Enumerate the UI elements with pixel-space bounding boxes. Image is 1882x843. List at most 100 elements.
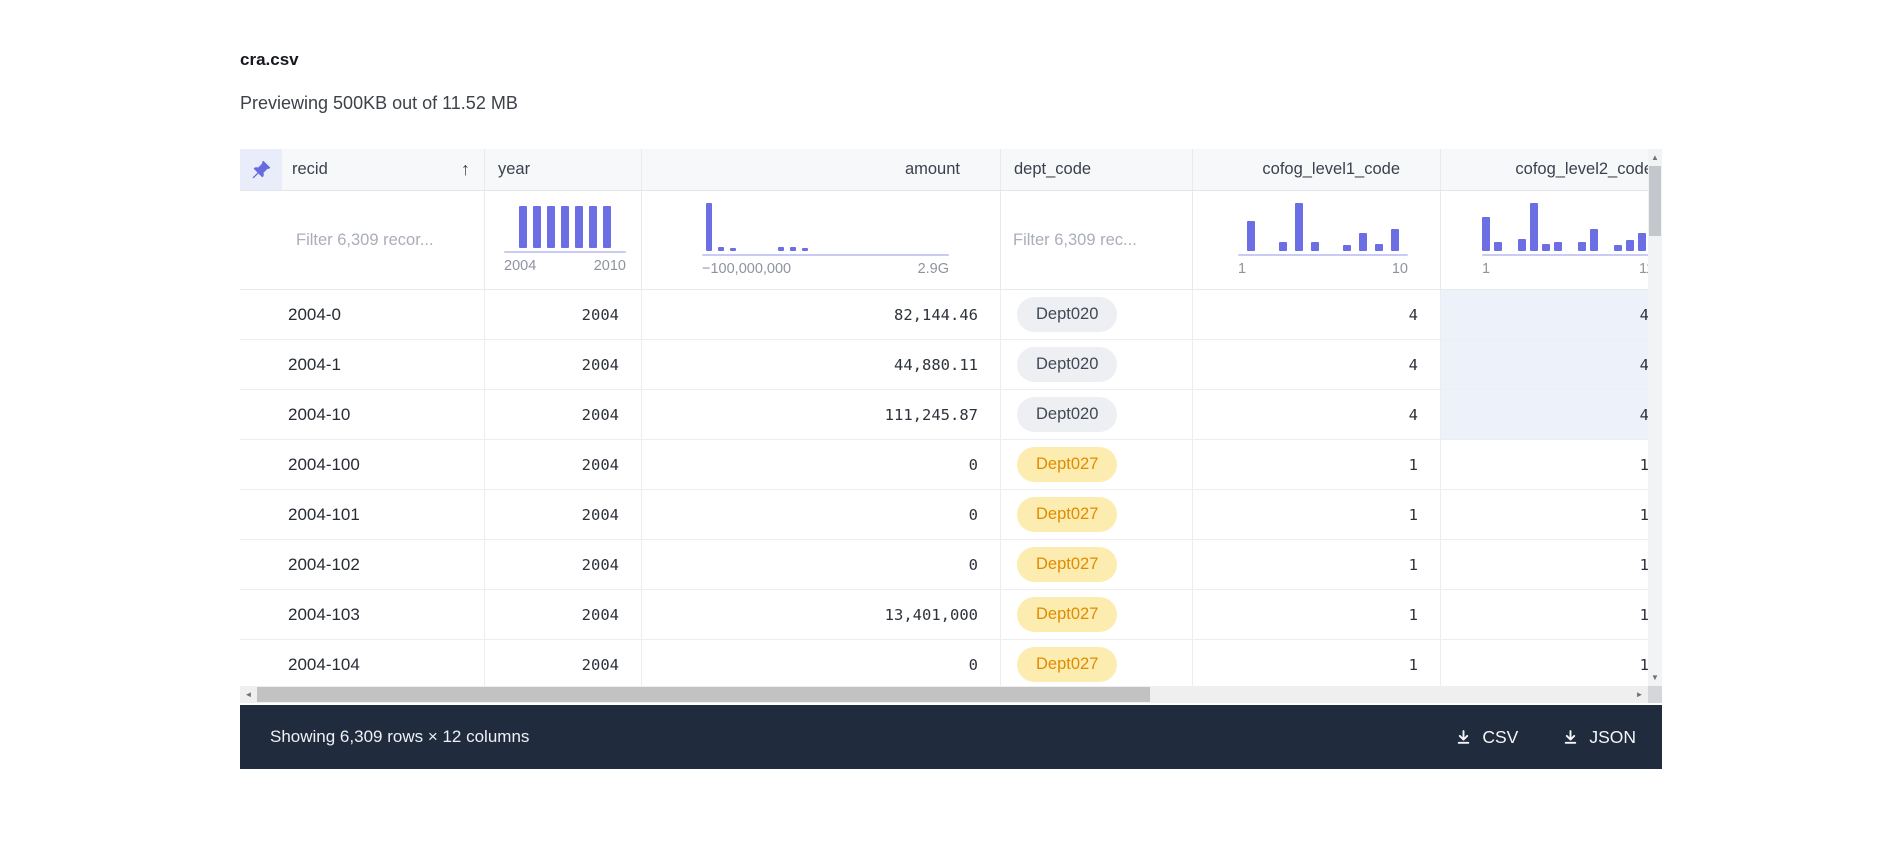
cell-recid[interactable]: 2004-100 — [240, 440, 485, 490]
cell-amount[interactable]: 44,880.11 — [642, 340, 1001, 390]
filter-cell-year: 2004 2010 — [485, 191, 642, 290]
column-header-recid[interactable]: recid ↑ — [240, 149, 485, 191]
amount-min-label: −100,000,000 — [702, 261, 791, 277]
column-label-cofog-level1-code: cofog_level1_code — [1262, 160, 1400, 179]
cell-recid[interactable]: 2004-1 — [240, 340, 485, 390]
csv-button-label: CSV — [1482, 727, 1518, 748]
year-histogram[interactable]: 2004 2010 — [504, 191, 626, 289]
cell-cofog-level1-code[interactable]: 4 — [1193, 390, 1441, 440]
cell-cofog-level1-code[interactable]: 1 — [1193, 490, 1441, 540]
csv-preview-page: cra.csv Previewing 500KB out of 11.52 MB… — [0, 0, 1882, 843]
cell-recid[interactable]: 2004-10 — [240, 390, 485, 440]
download-json-button[interactable]: JSON — [1562, 727, 1636, 748]
cell-cofog-level1-code[interactable]: 1 — [1193, 590, 1441, 640]
cofog-level1-max-label: 10 — [1392, 261, 1408, 277]
dept-code-filter-input[interactable] — [1001, 191, 1192, 289]
download-csv-button[interactable]: CSV — [1455, 727, 1518, 748]
filter-cell-recid — [240, 191, 485, 290]
cell-amount[interactable]: 0 — [642, 490, 1001, 540]
year-max-label: 2010 — [594, 258, 626, 274]
cell-dept-code[interactable]: Dept020 — [1001, 290, 1193, 340]
cofog-level1-histogram[interactable]: 1 10 — [1238, 191, 1408, 289]
cell-recid[interactable]: 2004-0 — [240, 290, 485, 340]
column-header-year[interactable]: year — [485, 149, 642, 191]
scroll-right-arrow-icon[interactable]: ► — [1631, 686, 1648, 703]
dept-pill: Dept020 — [1017, 397, 1117, 432]
cell-dept-code[interactable]: Dept027 — [1001, 490, 1193, 540]
cell-dept-code[interactable]: Dept020 — [1001, 390, 1193, 440]
dept-pill: Dept027 — [1017, 497, 1117, 532]
cell-amount[interactable]: 82,144.46 — [642, 290, 1001, 340]
year-histogram-labels: 2004 2010 — [504, 258, 626, 274]
cell-year[interactable]: 2004 — [485, 440, 642, 490]
cofog-level2-histogram-bars — [1482, 203, 1648, 251]
cell-dept-code[interactable]: Dept020 — [1001, 340, 1193, 390]
amount-histogram[interactable]: −100,000,000 2.9G — [702, 191, 949, 289]
json-button-label: JSON — [1589, 727, 1636, 748]
cell-amount[interactable]: 0 — [642, 440, 1001, 490]
cell-dept-code[interactable]: Dept027 — [1001, 440, 1193, 490]
cell-cofog-level1-code[interactable]: 4 — [1193, 290, 1441, 340]
cell-recid[interactable]: 2004-104 — [240, 640, 485, 686]
cell-cofog-level2-code[interactable]: 1 — [1441, 640, 1648, 686]
cell-cofog-level2-code[interactable]: 1 — [1441, 490, 1648, 540]
cell-year[interactable]: 2004 — [485, 540, 642, 590]
cell-year[interactable]: 2004 — [485, 390, 642, 440]
year-min-label: 2004 — [504, 258, 536, 274]
cell-cofog-level1-code[interactable]: 1 — [1193, 440, 1441, 490]
cell-recid[interactable]: 2004-103 — [240, 590, 485, 640]
cell-cofog-level2-code[interactable]: 4 — [1441, 340, 1648, 390]
cell-dept-code[interactable]: Dept027 — [1001, 590, 1193, 640]
cell-cofog-level1-code[interactable]: 1 — [1193, 540, 1441, 590]
vertical-scrollbar[interactable]: ▲ ▼ — [1648, 149, 1662, 686]
cell-cofog-level2-code[interactable]: 4 — [1441, 390, 1648, 440]
cell-recid[interactable]: 2004-101 — [240, 490, 485, 540]
scroll-down-arrow-icon[interactable]: ▼ — [1648, 669, 1662, 686]
cell-recid[interactable]: 2004-102 — [240, 540, 485, 590]
amount-histogram-bars — [702, 203, 949, 251]
dept-pill: Dept027 — [1017, 447, 1117, 482]
cell-year[interactable]: 2004 — [485, 290, 642, 340]
data-grid: recid ↑ year amount dept_code cofog_leve… — [240, 149, 1648, 686]
cell-cofog-level2-code[interactable]: 4 — [1441, 290, 1648, 340]
cofog-level2-histogram-axis — [1482, 254, 1648, 256]
cell-year[interactable]: 2004 — [485, 640, 642, 686]
column-label-cofog-level2-code: cofog_level2_code — [1515, 160, 1648, 179]
scroll-up-arrow-icon[interactable]: ▲ — [1648, 149, 1662, 166]
horizontal-scrollbar-thumb[interactable] — [257, 687, 1150, 702]
column-header-dept-code[interactable]: dept_code — [1001, 149, 1193, 191]
cell-cofog-level1-code[interactable]: 1 — [1193, 640, 1441, 686]
scroll-left-arrow-icon[interactable]: ◄ — [240, 686, 257, 703]
dept-pill: Dept027 — [1017, 647, 1117, 682]
cell-year[interactable]: 2004 — [485, 590, 642, 640]
amount-histogram-labels: −100,000,000 2.9G — [702, 261, 949, 277]
horizontal-scrollbar[interactable]: ◄ ► — [240, 686, 1648, 703]
cell-year[interactable]: 2004 — [485, 490, 642, 540]
cell-amount[interactable]: 0 — [642, 540, 1001, 590]
column-header-cofog-level2-code[interactable]: cofog_level2_code — [1441, 149, 1648, 191]
sort-ascending-arrow[interactable]: ↑ — [461, 159, 470, 180]
pin-button[interactable] — [240, 149, 282, 190]
filter-cell-amount: −100,000,000 2.9G — [642, 191, 1001, 290]
column-label-year: year — [498, 160, 530, 179]
cell-amount[interactable]: 0 — [642, 640, 1001, 686]
column-header-cofog-level1-code[interactable]: cofog_level1_code — [1193, 149, 1441, 191]
column-header-amount[interactable]: amount — [642, 149, 1001, 191]
cofog-level1-histogram-bars — [1238, 203, 1408, 251]
cofog-level2-max-label: 11 — [1639, 261, 1648, 277]
file-name: cra.csv — [240, 50, 299, 70]
recid-filter-input[interactable] — [240, 191, 484, 289]
vertical-scrollbar-thumb[interactable] — [1649, 166, 1661, 236]
cell-cofog-level2-code[interactable]: 1 — [1441, 590, 1648, 640]
cell-amount[interactable]: 111,245.87 — [642, 390, 1001, 440]
cell-cofog-level2-code[interactable]: 1 — [1441, 540, 1648, 590]
cell-dept-code[interactable]: Dept027 — [1001, 640, 1193, 686]
cell-year[interactable]: 2004 — [485, 340, 642, 390]
cell-dept-code[interactable]: Dept027 — [1001, 540, 1193, 590]
dept-pill: Dept020 — [1017, 347, 1117, 382]
status-footer: Showing 6,309 rows × 12 columns CSV JSON — [240, 705, 1662, 769]
cell-cofog-level1-code[interactable]: 4 — [1193, 340, 1441, 390]
cell-cofog-level2-code[interactable]: 1 — [1441, 440, 1648, 490]
cofog-level2-histogram[interactable]: 1 11 — [1482, 191, 1648, 289]
cell-amount[interactable]: 13,401,000 — [642, 590, 1001, 640]
